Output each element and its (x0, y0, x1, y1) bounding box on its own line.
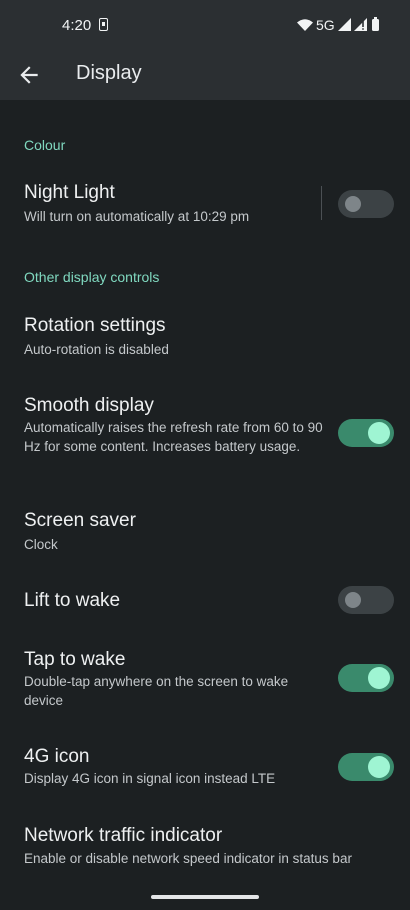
toggle-knob (368, 756, 390, 778)
smooth-display-toggle[interactable] (338, 419, 394, 447)
setting-network-traffic-indicator[interactable]: Network traffic indicator Enable or disa… (0, 813, 410, 879)
tap-to-wake-toggle[interactable] (338, 664, 394, 692)
battery-icon (372, 17, 379, 31)
section-header-colour: Colour (24, 137, 66, 153)
setting-rotation[interactable]: Rotation settings Auto-rotation is disab… (0, 302, 410, 366)
night-light-title: Night Light (24, 182, 115, 203)
setting-smooth-display[interactable]: Smooth display Automatically raises the … (0, 382, 410, 482)
toggle-knob (368, 667, 390, 689)
status-bar: 4:20 5G (0, 0, 410, 52)
lift-to-wake-title: Lift to wake (24, 590, 121, 611)
4g-icon-toggle[interactable] (338, 753, 394, 781)
tap-to-wake-summary: Double-tap anywhere on the screen to wak… (24, 674, 289, 708)
setting-lift-to-wake[interactable]: Lift to wake (0, 578, 410, 624)
setting-screen-saver[interactable]: Screen saver Clock (0, 497, 410, 561)
setting-4g-icon[interactable]: 4G icon Display 4G icon in signal icon i… (0, 733, 410, 799)
toggle-knob (345, 196, 361, 212)
smooth-display-title: Smooth display (24, 395, 154, 416)
wifi-icon (297, 19, 313, 31)
page-title: Display (76, 62, 142, 84)
status-time: 4:20 (62, 17, 92, 34)
arrow-back-icon[interactable] (16, 62, 42, 88)
toggle-knob (345, 592, 361, 608)
network-type-label: 5G (316, 17, 335, 33)
screen-saver-title: Screen saver (24, 510, 136, 531)
night-light-summary: Will turn on automatically at 10:29 pm (24, 209, 250, 224)
signal-icon (338, 18, 351, 31)
setting-night-light[interactable]: Night Light Will turn on automatically a… (0, 170, 410, 236)
divider (321, 186, 322, 220)
screen-saver-summary: Clock (24, 537, 58, 552)
section-header-other-display-controls: Other display controls (24, 269, 160, 285)
4g-icon-title: 4G icon (24, 746, 90, 767)
signal-no-data-icon (354, 18, 367, 31)
toggle-knob (368, 422, 390, 444)
setting-tap-to-wake[interactable]: Tap to wake Double-tap anywhere on the s… (0, 636, 410, 716)
sim-card-icon (99, 18, 108, 31)
tap-to-wake-title: Tap to wake (24, 649, 126, 670)
smooth-display-summary: Automatically raises the refresh rate fr… (24, 420, 323, 454)
rotation-summary: Auto-rotation is disabled (24, 342, 169, 357)
night-light-toggle[interactable] (338, 190, 394, 218)
4g-icon-summary: Display 4G icon in signal icon instead L… (24, 771, 276, 786)
lift-to-wake-toggle[interactable] (338, 586, 394, 614)
gesture-navigation-bar[interactable] (151, 895, 259, 899)
rotation-title: Rotation settings (24, 315, 166, 336)
app-bar: Display (0, 52, 410, 100)
network-traffic-summary: Enable or disable network speed indicato… (24, 851, 352, 866)
network-traffic-title: Network traffic indicator (24, 825, 223, 846)
